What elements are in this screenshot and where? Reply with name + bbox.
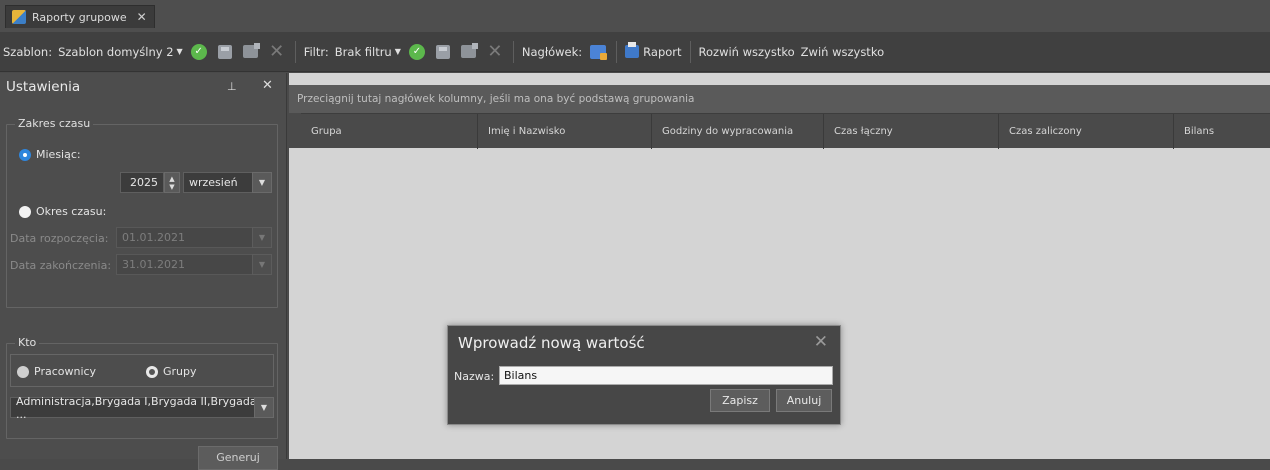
radio-selected-icon: [19, 148, 31, 161]
settings-title: Ustawienia ⊥ ✕: [0, 73, 286, 101]
group-by-panel[interactable]: Przeciągnij tutaj nagłówek kolumny, jeśl…: [289, 85, 1270, 113]
tab-close-icon[interactable]: ✕: [137, 10, 147, 24]
save-template-button[interactable]: [215, 42, 235, 62]
apply-filter-button[interactable]: ✓: [407, 42, 427, 62]
header-edit-icon: [590, 44, 608, 60]
employees-radio-label: Pracownicy: [34, 365, 97, 378]
month-radio[interactable]: Miesiąc:: [19, 148, 81, 161]
toolbar-separator: [512, 40, 514, 63]
who-legend: Kto: [15, 336, 40, 349]
groups-select[interactable]: Administracja,Brygada I,Brygada II,Bryga…: [10, 394, 274, 421]
start-date-input[interactable]: 01.01.2021 ▼: [116, 227, 272, 248]
chevron-down-icon[interactable]: ▼: [252, 254, 272, 275]
filter-label: Filtr:: [303, 44, 329, 59]
name-label: Nazwa:: [454, 370, 495, 383]
time-range-group: Zakres czasu Miesiąc: 2025 ▲ ▼ wrzesień …: [6, 117, 278, 308]
who-group: Kto Pracownicy Grupy Administracja,Bryga…: [6, 336, 278, 439]
settings-title-text: Ustawienia: [6, 79, 81, 95]
period-radio-label: Okres czasu:: [36, 205, 107, 218]
template-dropdown[interactable]: Szablon domyślny 2 ▼: [55, 40, 186, 64]
period-radio[interactable]: Okres czasu:: [19, 205, 106, 218]
radio-unselected-icon: [17, 365, 29, 378]
column-header-bilans[interactable]: Bilans: [1174, 114, 1270, 149]
chevron-down-icon[interactable]: ▼: [252, 172, 272, 193]
month-select[interactable]: wrzesień ▼: [183, 172, 272, 193]
check-icon: ✓: [190, 43, 207, 60]
save-icon: [435, 44, 450, 59]
year-spinner[interactable]: ▲ ▼: [164, 172, 180, 193]
end-date-label: Data zakończenia:: [10, 259, 112, 272]
report-app-icon: [12, 10, 26, 24]
generate-button[interactable]: Generuj: [198, 446, 278, 470]
save-filter-as-button[interactable]: [459, 42, 479, 62]
save-button[interactable]: Zapisz: [710, 389, 770, 412]
save-as-icon: [461, 43, 479, 58]
main-toolbar: Szablon: Szablon domyślny 2 ▼ ✓ ✕ Filtr:…: [0, 32, 1270, 72]
tab-title: Raporty grupowe: [32, 10, 127, 24]
employees-radio[interactable]: Pracownicy: [17, 365, 96, 378]
chevron-down-icon: ▼: [394, 47, 401, 56]
save-filter-button[interactable]: [433, 42, 453, 62]
spin-down-icon: ▼: [169, 182, 175, 191]
dialog-close-icon[interactable]: ✕: [814, 332, 828, 352]
save-template-as-button[interactable]: [241, 42, 261, 62]
column-header-imie-nazwisko[interactable]: Imię i Nazwisko: [478, 114, 652, 149]
year-input[interactable]: 2025: [120, 172, 164, 193]
radio-selected-icon: [146, 365, 158, 378]
document-tab-bar: Raporty grupowe ✕: [0, 0, 1270, 32]
dialog-title: Wprowadź nową wartość: [458, 334, 645, 352]
template-label: Szablon:: [3, 44, 53, 59]
pin-icon[interactable]: ⊥: [227, 80, 237, 93]
filter-dropdown[interactable]: Brak filtru ▼: [332, 40, 404, 64]
new-value-dialog: Wprowadź nową wartość ✕ Nazwa: Bilans Za…: [447, 325, 841, 425]
apply-template-button[interactable]: ✓: [189, 42, 209, 62]
row-indicator-header: [289, 113, 301, 148]
delete-filter-button[interactable]: ✕: [485, 42, 505, 62]
month-radio-label: Miesiąc:: [36, 148, 81, 161]
toolbar-separator: [294, 40, 296, 63]
column-header-czas-laczny[interactable]: Czas łączny: [824, 114, 999, 149]
header-label: Nagłówek:: [521, 44, 583, 59]
report-button[interactable]: Raport: [622, 40, 684, 64]
close-panel-icon[interactable]: ✕: [262, 78, 273, 93]
column-header-grupa[interactable]: Grupa: [301, 114, 478, 149]
save-icon: [217, 44, 232, 59]
delete-icon: ✕: [269, 40, 285, 62]
who-radio-box: Pracownicy Grupy: [10, 354, 274, 387]
toolbar-separator: [689, 40, 691, 63]
report-label: Raport: [643, 44, 682, 59]
printer-icon: [625, 42, 640, 58]
save-as-icon: [243, 43, 261, 58]
settings-panel: Ustawienia ⊥ ✕ Zakres czasu Miesiąc: 202…: [0, 73, 287, 470]
groups-select-value: Administracja,Brygada I,Brygada II,Bryga…: [16, 394, 257, 421]
chevron-down-icon[interactable]: ▼: [254, 397, 274, 418]
column-header-godziny[interactable]: Godziny do wypracowania: [652, 114, 824, 149]
expand-all-button[interactable]: Rozwiń wszystko: [696, 40, 798, 64]
end-date-value: 31.01.2021: [122, 258, 185, 271]
end-date-input[interactable]: 31.01.2021 ▼: [116, 254, 272, 275]
name-input[interactable]: Bilans: [499, 366, 833, 385]
delete-template-button[interactable]: ✕: [267, 42, 287, 62]
cancel-button[interactable]: Anuluj: [776, 389, 832, 412]
template-value: Szablon domyślny 2: [58, 44, 174, 59]
month-select-value: wrzesień: [189, 176, 238, 189]
filter-value: Brak filtru: [334, 44, 392, 59]
grid-header: Grupa Imię i Nazwisko Godziny do wypraco…: [301, 113, 1270, 149]
groups-radio[interactable]: Grupy: [146, 365, 197, 378]
groups-radio-label: Grupy: [163, 365, 197, 378]
radio-unselected-icon: [19, 205, 31, 218]
check-icon: ✓: [408, 43, 425, 60]
start-date-value: 01.01.2021: [122, 231, 185, 244]
toolbar-separator: [616, 40, 618, 63]
delete-icon: ✕: [487, 40, 503, 62]
header-edit-button[interactable]: [588, 42, 608, 62]
spin-up-icon: ▲: [169, 174, 175, 183]
collapse-all-button[interactable]: Zwiń wszystko: [798, 40, 887, 64]
tab-raporty-grupowe[interactable]: Raporty grupowe ✕: [5, 5, 155, 28]
column-header-czas-zaliczony[interactable]: Czas zaliczony: [999, 114, 1174, 149]
time-range-legend: Zakres czasu: [15, 117, 94, 130]
chevron-down-icon: ▼: [176, 47, 183, 56]
chevron-down-icon[interactable]: ▼: [252, 227, 272, 248]
start-date-label: Data rozpoczęcia:: [10, 232, 109, 245]
